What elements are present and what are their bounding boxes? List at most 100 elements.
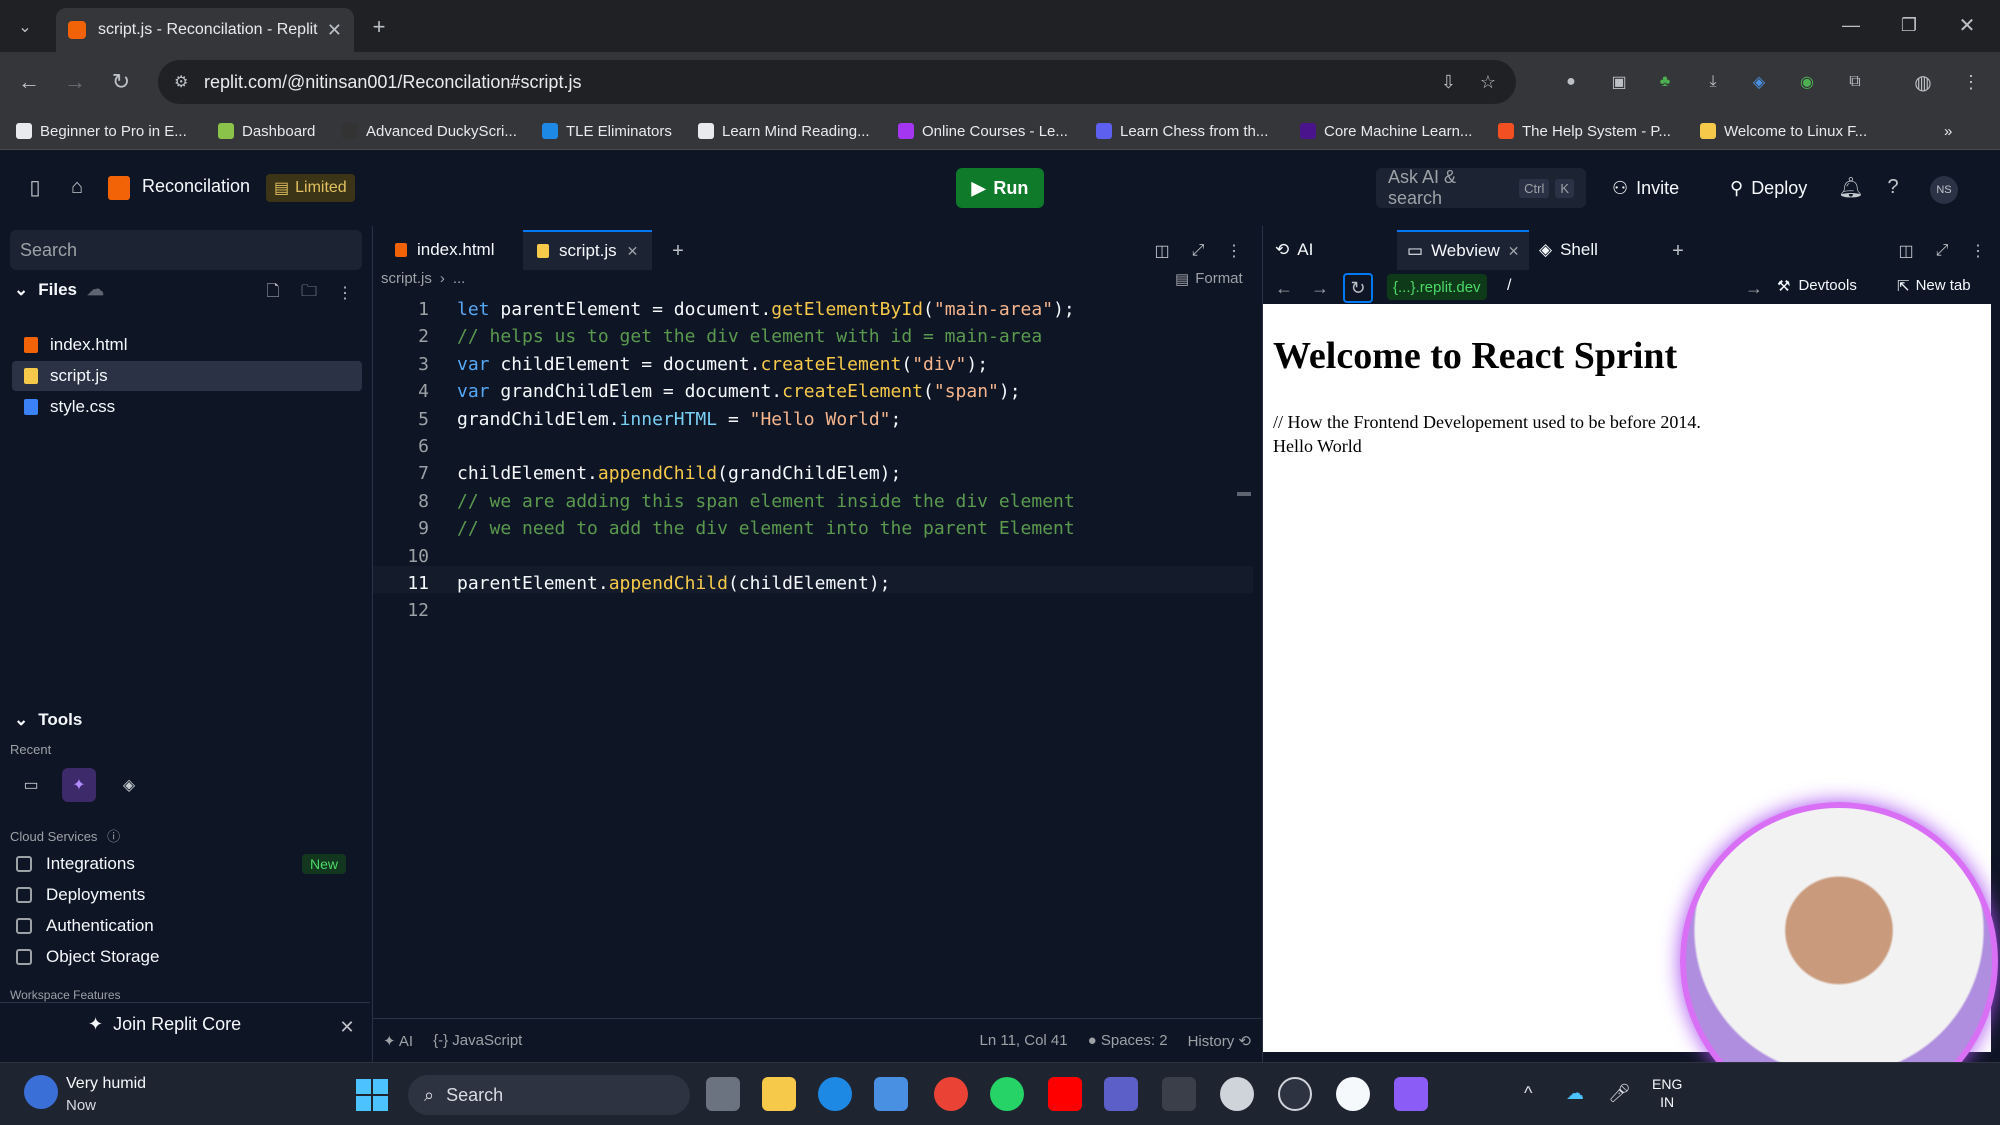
console-tool-icon[interactable]: ▭: [14, 768, 48, 802]
forward-icon[interactable]: →: [60, 67, 90, 97]
webview-url-path[interactable]: /: [1507, 277, 1511, 295]
new-tab-button[interactable]: ⇱ New tab: [1897, 277, 1971, 295]
bookmark-star-icon[interactable]: ☆: [1480, 72, 1496, 93]
new-file-icon[interactable]: 🗋︎: [258, 278, 288, 308]
plan-badge[interactable]: ▤ Limited: [266, 174, 355, 202]
tab-ai[interactable]: ⟲ AI: [1275, 230, 1313, 270]
cloud-service-item[interactable]: Object Storage: [16, 947, 346, 967]
bookmark-item[interactable]: Learn Chess from th...: [1096, 120, 1268, 142]
back-icon[interactable]: ←: [14, 67, 44, 97]
site-info-icon[interactable]: ⚙: [174, 72, 188, 92]
webview-forward-icon[interactable]: →: [1305, 273, 1335, 303]
code-line[interactable]: parentElement.appendChild(childElement);: [457, 570, 891, 597]
close-tab-icon[interactable]: ✕: [327, 20, 342, 41]
code-line[interactable]: var childElement = document.createElemen…: [457, 351, 988, 378]
code-line[interactable]: var grandChildElem = document.createElem…: [457, 378, 1021, 405]
bookmark-item[interactable]: Core Machine Learn...: [1300, 120, 1472, 142]
onedrive-icon[interactable]: ☁: [1566, 1083, 1584, 1104]
code-line[interactable]: // we need to add the div element into t…: [457, 515, 1075, 542]
task-view-icon[interactable]: [706, 1077, 740, 1111]
openai-icon[interactable]: [1278, 1077, 1312, 1111]
webview-back-icon[interactable]: ←: [1269, 273, 1299, 303]
close-banner-icon[interactable]: ✕: [332, 1012, 362, 1042]
code-line[interactable]: // helps us to get the div element with …: [457, 323, 1042, 350]
language-indicator[interactable]: ENG IN: [1652, 1075, 1682, 1111]
edge-icon[interactable]: [818, 1077, 852, 1111]
maximize-pane-icon[interactable]: ⤢: [1183, 236, 1213, 266]
status-history[interactable]: History ⟲: [1188, 1032, 1251, 1050]
browser-tab-active[interactable]: script.js - Reconcilation - Replit ✕: [56, 8, 354, 52]
new-tab-icon[interactable]: +: [364, 12, 394, 42]
bookmark-item[interactable]: Beginner to Pro in E...: [16, 120, 187, 142]
youtube-icon[interactable]: [1048, 1077, 1082, 1111]
teams-icon[interactable]: [1104, 1077, 1138, 1111]
scroll-marker[interactable]: [1237, 492, 1251, 496]
app-icon[interactable]: [1220, 1077, 1254, 1111]
more-bookmarks-icon[interactable]: »: [1944, 120, 1952, 142]
code-line[interactable]: childElement.appendChild(grandChildElem)…: [457, 460, 901, 487]
webview-go-icon[interactable]: →: [1739, 273, 1769, 303]
file-item[interactable]: index.html: [12, 330, 362, 360]
status-language[interactable]: {-} JavaScript: [433, 1032, 522, 1049]
sidebar-search-input[interactable]: Search: [10, 230, 362, 270]
terminal-icon[interactable]: [1162, 1077, 1196, 1111]
code-line[interactable]: // we are adding this span element insid…: [457, 488, 1075, 515]
extension-icon-4[interactable]: ◈: [1744, 67, 1774, 97]
tray-chevron-icon[interactable]: ^: [1524, 1083, 1532, 1104]
ask-ai-search[interactable]: Ask AI & search Ctrl K: [1376, 167, 1586, 208]
bookmark-item[interactable]: Online Courses - Le...: [898, 120, 1068, 142]
restore-icon[interactable]: ❐: [1894, 10, 1924, 40]
tab-shell[interactable]: ◈ Shell: [1539, 230, 1598, 270]
visual-studio-icon[interactable]: [1394, 1077, 1428, 1111]
download-icon[interactable]: ⤓: [1698, 67, 1728, 97]
notifications-bell-icon[interactable]: 🔔︎: [1836, 172, 1866, 202]
extension-icon-2[interactable]: ▣: [1604, 67, 1634, 97]
tools-section-header[interactable]: ⌄ Tools: [14, 710, 82, 730]
extension-icon-1[interactable]: ●: [1556, 67, 1586, 97]
install-app-icon[interactable]: ⇩: [1441, 72, 1456, 93]
files-menu-icon[interactable]: ⋮: [330, 278, 360, 308]
extension-icon-5[interactable]: ◉: [1792, 67, 1822, 97]
code-line[interactable]: let parentElement = document.getElementB…: [457, 296, 1075, 323]
split-pane-icon[interactable]: ◫: [1891, 236, 1921, 266]
address-bar[interactable]: ⚙ replit.com/@nitinsan001/Reconcilation#…: [158, 60, 1516, 104]
status-cursor-position[interactable]: Ln 11, Col 41: [980, 1032, 1068, 1049]
weather-icon[interactable]: [24, 1075, 58, 1109]
ai-tool-icon[interactable]: ✦: [62, 768, 96, 802]
invite-button[interactable]: ⚇ Invite: [1600, 168, 1691, 208]
project-name[interactable]: Reconcilation: [142, 176, 250, 197]
bookmark-item[interactable]: TLE Eliminators: [542, 120, 672, 142]
join-core-button[interactable]: ✦ Join Replit Core: [88, 1014, 241, 1035]
weather-title[interactable]: Very humid: [66, 1075, 146, 1093]
run-button[interactable]: ▶ Run: [956, 168, 1044, 208]
toggle-sidebar-icon[interactable]: ▯: [20, 172, 50, 202]
bookmark-item[interactable]: The Help System - P...: [1498, 120, 1671, 142]
tab-webview[interactable]: ▭ Webview ✕: [1397, 230, 1530, 270]
tab-search-icon[interactable]: ⌄: [10, 12, 40, 42]
devtools-button[interactable]: ⚒ Devtools: [1777, 277, 1857, 295]
shell-tool-icon[interactable]: ◈: [112, 768, 146, 802]
bookmark-item[interactable]: Advanced DuckyScri...: [342, 120, 517, 142]
file-item[interactable]: script.js: [12, 361, 362, 391]
add-tab-icon[interactable]: +: [663, 236, 693, 266]
format-button[interactable]: ▤ Format: [1175, 270, 1243, 288]
extensions-puzzle-icon[interactable]: ⧉: [1840, 67, 1870, 97]
pane-menu-icon[interactable]: ⋮: [1219, 236, 1249, 266]
minimize-icon[interactable]: —: [1836, 10, 1866, 40]
home-icon[interactable]: ⌂: [62, 172, 92, 202]
breadcrumb-rest[interactable]: ...: [453, 270, 466, 287]
store-icon[interactable]: [874, 1077, 908, 1111]
breadcrumb-file[interactable]: script.js: [381, 270, 432, 287]
webview-url-chip[interactable]: {...}.replit.dev: [1387, 274, 1487, 300]
cloud-service-item[interactable]: Deployments: [16, 885, 346, 905]
close-window-icon[interactable]: ✕: [1952, 10, 1982, 40]
github-icon[interactable]: [1336, 1077, 1370, 1111]
status-ai[interactable]: ✦ AI: [383, 1032, 413, 1050]
info-icon[interactable]: ⓘ: [107, 829, 120, 844]
browser-menu-icon[interactable]: ⋮: [1956, 67, 1986, 97]
cloud-service-item[interactable]: Authentication: [16, 916, 346, 936]
split-pane-icon[interactable]: ◫: [1147, 236, 1177, 266]
file-explorer-icon[interactable]: [762, 1077, 796, 1111]
close-tab-icon[interactable]: ✕: [627, 243, 639, 260]
reload-icon[interactable]: ↻: [106, 67, 136, 97]
